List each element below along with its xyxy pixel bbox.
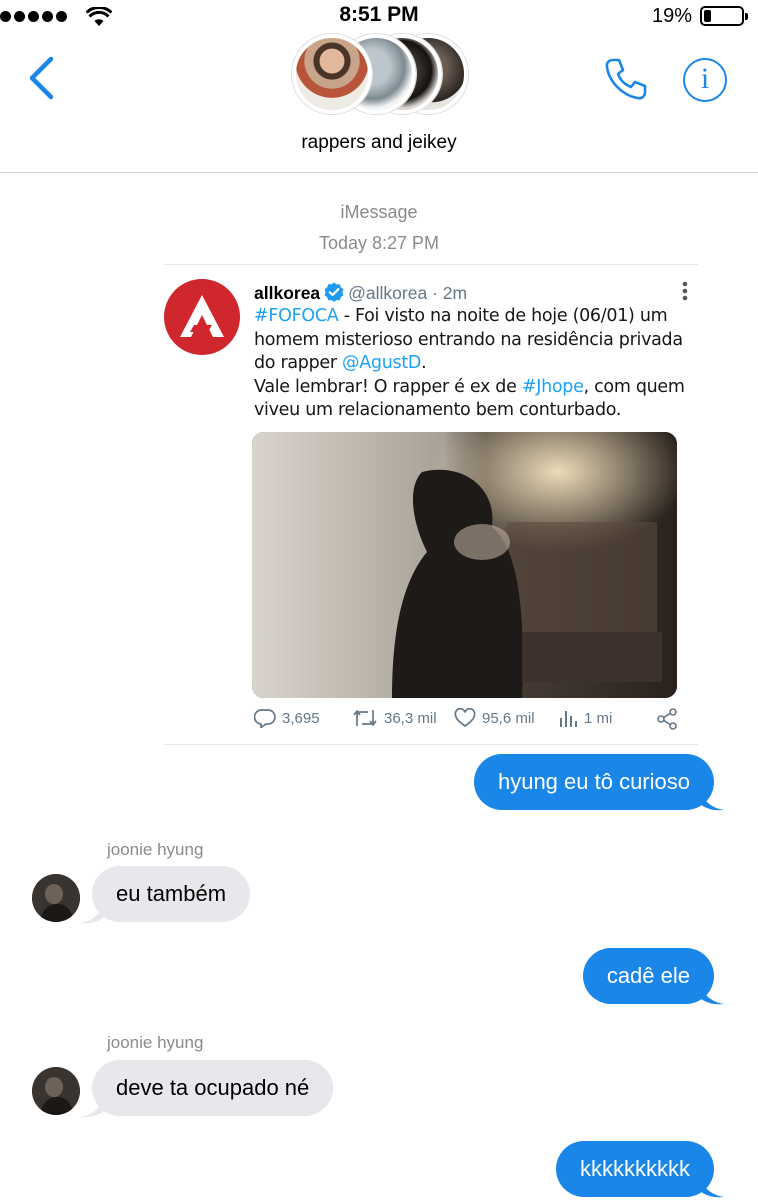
group-avatars[interactable]	[292, 34, 472, 114]
heart-icon	[454, 708, 476, 728]
verified-badge-icon	[324, 282, 344, 302]
bubble-tail	[700, 790, 724, 811]
allkorea-logo	[164, 279, 240, 355]
conversation-header: rappers and jeikey i	[0, 34, 758, 173]
tweet-age: 2m	[442, 283, 468, 303]
sender-avatar[interactable]	[32, 1067, 80, 1115]
share-action[interactable]	[656, 708, 678, 730]
hashtag-link[interactable]: #Jhope	[522, 377, 584, 397]
more-options-icon[interactable]	[682, 281, 688, 301]
battery-percentage: 19%	[651, 5, 692, 27]
service-label: iMessage	[340, 202, 418, 222]
views-action[interactable]: 1 mi	[558, 708, 612, 728]
tweet-card[interactable]: allkorea @allkorea · 2m #FOFOCA - Foi vi…	[164, 264, 698, 745]
group-name[interactable]: rappers and jeikey	[0, 132, 758, 154]
like-action[interactable]: 95,6 mil	[454, 708, 535, 728]
battery-icon	[700, 6, 748, 26]
tweet-text-part: Vale lembrar! O rapper é ex de	[254, 376, 522, 397]
tweet-author-name[interactable]: allkorea	[254, 283, 320, 303]
sender-avatar[interactable]	[32, 874, 80, 922]
retweet-icon	[353, 710, 377, 726]
bubble-tail	[700, 984, 724, 1005]
tweet-photo[interactable]	[252, 432, 677, 698]
share-icon	[657, 708, 677, 730]
status-bar: 8:51 PM 19%	[0, 0, 758, 34]
sender-name: joonie hyung	[107, 840, 204, 859]
reply-count: 3,695	[282, 709, 320, 727]
tweet-handle[interactable]: @allkorea	[348, 283, 427, 303]
reply-action[interactable]: 3,695	[254, 708, 320, 728]
mention-link[interactable]: @AgustD	[342, 353, 421, 373]
views-chart-icon	[560, 711, 577, 727]
view-count: 1 mi	[584, 709, 613, 727]
tweet-actions: 3,695 36,3 mil 95,6 mil 1 mi	[254, 708, 684, 734]
reply-icon	[254, 709, 276, 728]
tweet-separator: ·	[432, 283, 438, 303]
outgoing-message-bubble[interactable]: hyung eu tô curioso	[473, 754, 714, 810]
tweet-header: allkorea @allkorea · 2m	[254, 282, 467, 304]
hashtag-link[interactable]: #FOFOCA	[254, 306, 339, 326]
bubble-tail	[80, 1097, 104, 1118]
retweet-action[interactable]: 36,3 mil	[352, 708, 437, 728]
bubble-tail	[80, 903, 104, 924]
bubble-tail	[700, 1177, 724, 1198]
sender-name: joonie hyung	[107, 1033, 204, 1052]
retweet-count: 36,3 mil	[384, 709, 437, 727]
outgoing-message-bubble[interactable]: cadê ele	[582, 948, 714, 1004]
thread-timestamp: Today 8:27 PM	[318, 233, 440, 253]
phone-call-icon[interactable]	[603, 56, 649, 102]
info-icon[interactable]: i	[683, 58, 727, 102]
status-time: 8:51 PM	[339, 3, 419, 26]
group-avatar-1	[292, 34, 372, 114]
tweet-text: #FOFOCA - Foi visto na noite de hoje (06…	[254, 305, 694, 423]
incoming-message-bubble[interactable]: deve ta ocupado né	[92, 1060, 334, 1116]
back-chevron-icon[interactable]	[26, 56, 56, 100]
outgoing-message-bubble[interactable]: kkkkkkkkkk	[556, 1141, 714, 1197]
like-count: 95,6 mil	[482, 709, 535, 727]
tweet-text-part: .	[421, 353, 427, 373]
battery-level	[704, 10, 711, 22]
incoming-message-bubble[interactable]: eu também	[92, 866, 251, 922]
